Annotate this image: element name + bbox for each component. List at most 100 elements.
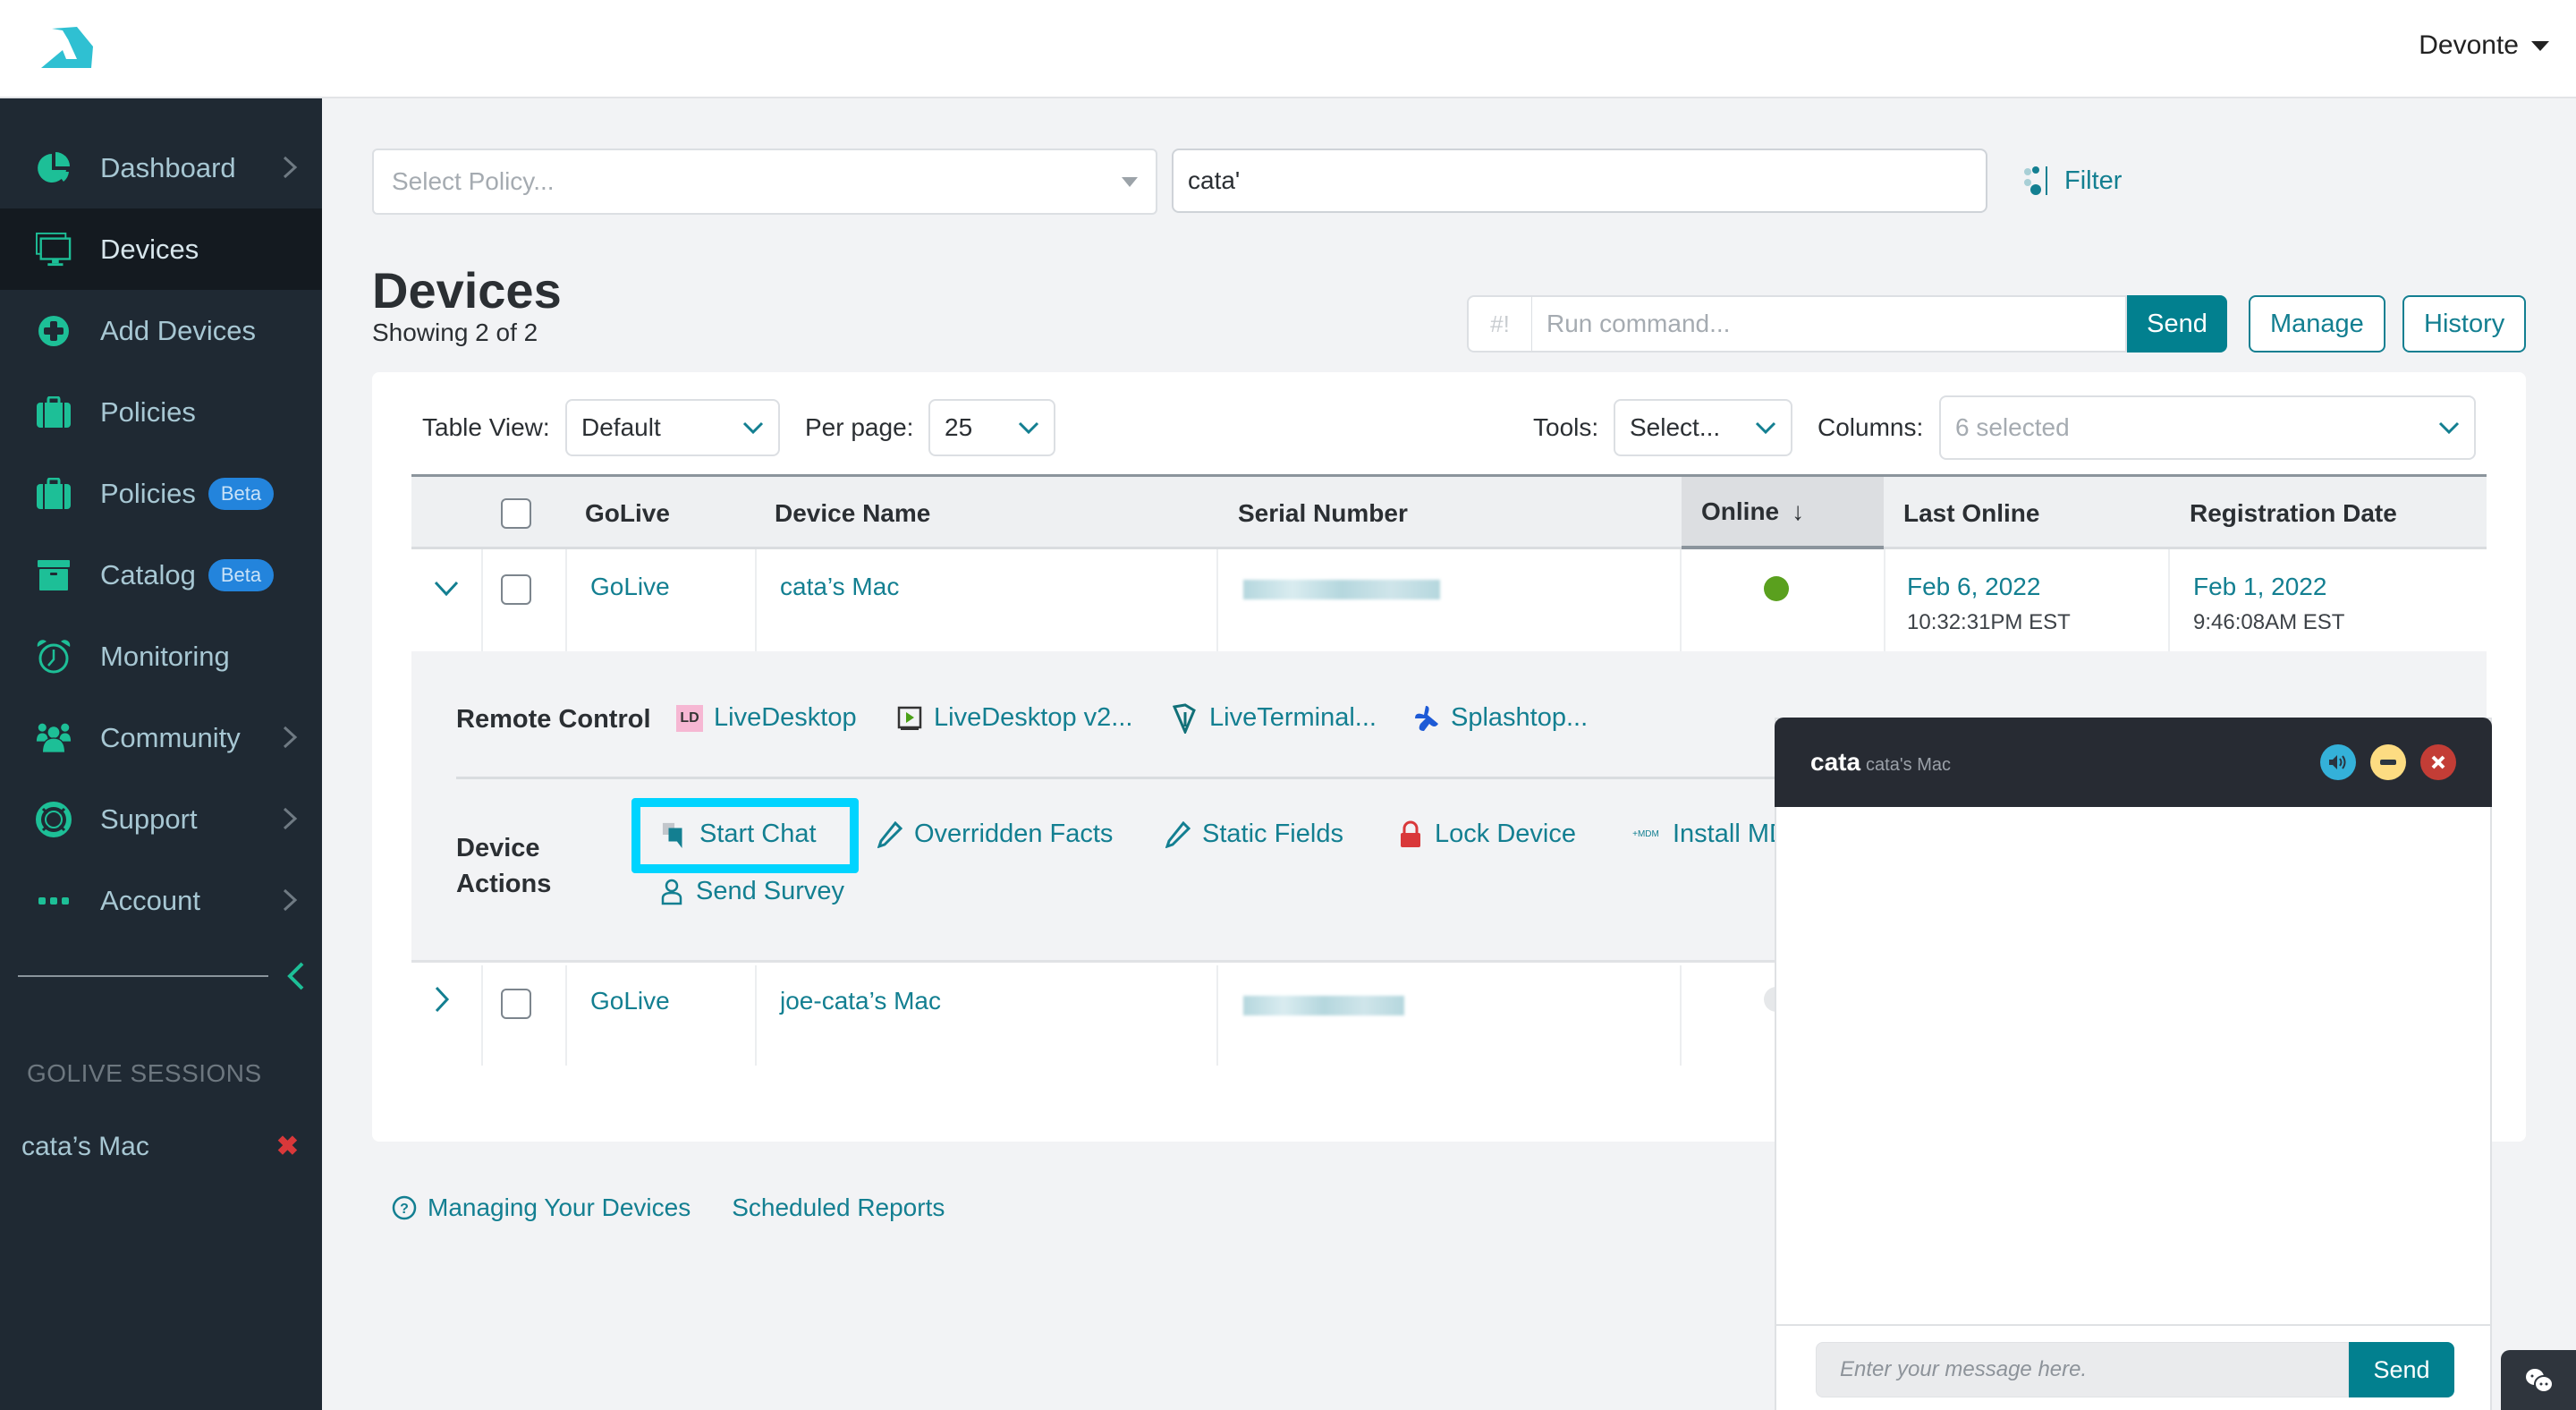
sidebar-item-label: Devices bbox=[100, 233, 199, 265]
sidebar-item-support[interactable]: Support bbox=[0, 778, 322, 860]
lock-icon bbox=[1397, 820, 1424, 848]
livedesktop-label: LiveDesktop bbox=[714, 703, 857, 732]
tools-select[interactable]: Select... bbox=[1614, 399, 1792, 456]
chat-header[interactable]: cata cata's Mac bbox=[1775, 718, 2492, 807]
sort-descending-icon: ↓ bbox=[1792, 497, 1805, 525]
livedesktop-v2-link[interactable]: LiveDesktop v2... bbox=[896, 703, 1132, 733]
chevron-right-icon bbox=[283, 807, 298, 830]
user-icon bbox=[658, 879, 685, 905]
device-actions-label-line1: Device bbox=[456, 834, 540, 862]
sidebar-item-policies[interactable]: Policies bbox=[0, 371, 322, 453]
sidebar-item-devices[interactable]: Devices bbox=[0, 208, 322, 290]
close-session-icon[interactable]: ✖ bbox=[276, 1131, 299, 1162]
play-screen-icon bbox=[896, 705, 923, 732]
table-view-label: Table View: bbox=[422, 413, 550, 441]
plus-circle-icon bbox=[36, 313, 72, 349]
managing-devices-link[interactable]: ? Managing Your Devices bbox=[392, 1193, 691, 1222]
help-circle-icon: ? bbox=[392, 1195, 417, 1220]
scheduled-reports-link[interactable]: Scheduled Reports bbox=[732, 1193, 945, 1222]
chevron-down-icon bbox=[2438, 421, 2460, 434]
golive-link[interactable]: GoLive bbox=[590, 965, 670, 1066]
tools-label: Tools: bbox=[1533, 413, 1599, 441]
row-expand-toggle[interactable] bbox=[433, 965, 451, 1066]
sidebar-item-dashboard[interactable]: Dashboard bbox=[0, 127, 322, 208]
row-checkbox-cell bbox=[501, 549, 531, 651]
livedesktop-v2-label: LiveDesktop v2... bbox=[934, 703, 1133, 732]
column-header-last-online[interactable]: Last Online bbox=[1903, 477, 2039, 549]
caret-down-icon bbox=[2531, 40, 2549, 51]
life-ring-icon bbox=[36, 801, 72, 837]
sidebar-item-catalog[interactable]: Catalog Beta bbox=[0, 534, 322, 616]
send-command-button[interactable]: Send bbox=[2127, 295, 2227, 352]
golive-session-item[interactable]: cata’s Mac ✖ bbox=[21, 1131, 299, 1162]
app-logo[interactable] bbox=[39, 25, 98, 72]
per-page-value: 25 bbox=[945, 413, 973, 441]
run-command-input[interactable] bbox=[1531, 295, 2127, 352]
filter-icon bbox=[2024, 166, 2047, 195]
liveterminal-link[interactable]: LiveTerminal... bbox=[1172, 702, 1377, 734]
chat-message-input[interactable] bbox=[1816, 1342, 2349, 1397]
chat-close-button[interactable] bbox=[2420, 744, 2456, 780]
chat-toggle-button[interactable] bbox=[2501, 1350, 2576, 1410]
chat-title: cata cata's Mac bbox=[1810, 748, 1951, 777]
start-chat-button[interactable]: Start Chat bbox=[662, 820, 817, 849]
row-checkbox[interactable] bbox=[501, 989, 531, 1019]
run-command-bar: #! Send bbox=[1467, 295, 2227, 352]
chat-sound-button[interactable] bbox=[2320, 744, 2356, 780]
device-name-link[interactable]: cata’s Mac bbox=[780, 549, 899, 651]
static-fields-button[interactable]: Static Fields bbox=[1165, 820, 1343, 849]
svg-text:?: ? bbox=[400, 1202, 409, 1217]
column-header-device-name[interactable]: Device Name bbox=[775, 477, 930, 549]
column-header-serial-number[interactable]: Serial Number bbox=[1238, 477, 1408, 549]
send-survey-button[interactable]: Send Survey bbox=[658, 877, 844, 906]
select-all-checkbox[interactable] bbox=[501, 497, 531, 529]
row-checkbox[interactable] bbox=[501, 574, 531, 605]
top-bar: Devonte bbox=[0, 0, 2576, 98]
splashtop-icon bbox=[1413, 705, 1440, 732]
device-search-input[interactable] bbox=[1172, 149, 1987, 213]
session-name[interactable]: cata’s Mac bbox=[21, 1132, 149, 1162]
chat-user-name: cata bbox=[1810, 748, 1861, 776]
splashtop-link[interactable]: Splashtop... bbox=[1413, 703, 1588, 733]
chevron-down-icon bbox=[434, 581, 459, 597]
golive-sessions-heading: GOLIVE SESSIONS bbox=[27, 1059, 262, 1087]
filter-button[interactable]: Filter bbox=[2021, 165, 2122, 197]
sidebar-item-policies-beta[interactable]: Policies Beta bbox=[0, 453, 322, 534]
device-actions-label: Device Actions bbox=[456, 830, 551, 902]
user-name: Devonte bbox=[2419, 30, 2519, 60]
manage-button[interactable]: Manage bbox=[2249, 295, 2385, 352]
table-view-select[interactable]: Default bbox=[565, 399, 780, 456]
chat-compose: Send bbox=[1816, 1342, 2454, 1397]
livedesktop-link[interactable]: LD LiveDesktop bbox=[676, 703, 857, 733]
table-row: GoLive cata’s Mac Feb 6, 2022 10:32:31PM… bbox=[411, 549, 2487, 651]
chat-device-name: cata's Mac bbox=[1866, 755, 1952, 775]
golive-link[interactable]: GoLive bbox=[590, 549, 670, 651]
chat-minimize-button[interactable] bbox=[2370, 744, 2406, 780]
registration-date[interactable]: Feb 1, 2022 bbox=[2193, 573, 2326, 601]
results-count: Showing 2 of 2 bbox=[372, 319, 538, 346]
history-button[interactable]: History bbox=[2402, 295, 2527, 352]
collapse-sidebar-chevron-icon[interactable] bbox=[283, 960, 309, 992]
lock-device-button[interactable]: Lock Device bbox=[1397, 820, 1576, 849]
chat-send-button[interactable]: Send bbox=[2349, 1342, 2454, 1397]
column-header-online[interactable]: Online ↓ bbox=[1682, 477, 1884, 549]
overridden-facts-button[interactable]: Overridden Facts bbox=[877, 820, 1113, 849]
serial-number-redacted bbox=[1243, 549, 1440, 651]
last-online-date[interactable]: Feb 6, 2022 bbox=[1907, 573, 2040, 601]
per-page-select[interactable]: 25 bbox=[928, 399, 1055, 456]
ellipsis-icon bbox=[36, 883, 72, 919]
column-header-registration-date[interactable]: Registration Date bbox=[2190, 477, 2397, 549]
sidebar-item-monitoring[interactable]: Monitoring bbox=[0, 616, 322, 697]
columns-select[interactable]: 6 selected bbox=[1939, 395, 2476, 460]
column-header-golive[interactable]: GoLive bbox=[585, 477, 670, 549]
sidebar-item-community[interactable]: Community bbox=[0, 697, 322, 778]
splashtop-label: Splashtop... bbox=[1451, 703, 1589, 732]
sidebar-item-add-devices[interactable]: Add Devices bbox=[0, 290, 322, 371]
device-name-link[interactable]: joe-cata’s Mac bbox=[780, 965, 941, 1066]
user-menu[interactable]: Devonte bbox=[2419, 30, 2549, 61]
policy-select[interactable]: Select Policy... bbox=[372, 149, 1157, 215]
sidebar-item-account[interactable]: Account bbox=[0, 860, 322, 941]
start-chat-label: Start Chat bbox=[699, 820, 817, 848]
alarm-clock-icon bbox=[36, 639, 72, 675]
row-collapse-toggle[interactable] bbox=[433, 549, 460, 651]
